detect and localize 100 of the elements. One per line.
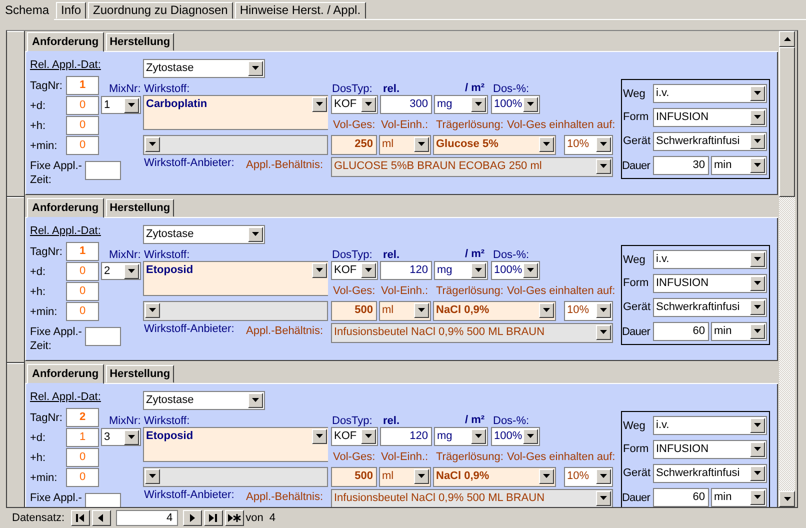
duration-unit-dropdown[interactable]: min <box>711 156 767 175</box>
dropdown-arrow-button[interactable] <box>414 302 429 318</box>
dropdown-arrow-button[interactable] <box>523 262 538 278</box>
volume-tolerance-dropdown[interactable]: 10% <box>564 300 613 321</box>
dropdown-arrow-button[interactable] <box>750 276 765 291</box>
fixed-time-field[interactable] <box>85 492 121 508</box>
scroll-down-button[interactable] <box>779 491 795 508</box>
device-dropdown[interactable]: Schwerkraftinfusi <box>653 132 767 151</box>
dropdown-arrow-button[interactable] <box>596 136 611 152</box>
route-dropdown[interactable]: i.v. <box>653 250 767 269</box>
substance-dropdown[interactable]: Carboplatin <box>143 94 328 130</box>
dropdown-arrow-button[interactable] <box>596 302 611 318</box>
tab[interactable]: Info <box>56 2 86 19</box>
volume-tolerance-dropdown[interactable]: 10% <box>564 466 613 487</box>
duration-unit-dropdown[interactable]: min <box>711 488 767 507</box>
vertical-scrollbar[interactable] <box>779 30 795 508</box>
scrollbar-thumb[interactable] <box>779 46 795 197</box>
last-record-button[interactable] <box>204 510 223 526</box>
next-record-button[interactable] <box>182 510 202 526</box>
dropdown-arrow-button[interactable] <box>312 262 327 278</box>
volume-field[interactable]: 500 <box>331 300 377 321</box>
carrier-solution-dropdown[interactable]: NaCl 0,9% <box>433 466 556 487</box>
dose-unit-dropdown[interactable]: mg <box>434 426 488 446</box>
dropdown-arrow-button[interactable] <box>248 60 263 76</box>
dose-percent-dropdown[interactable]: 100% <box>491 260 540 280</box>
mixnr-dropdown[interactable]: 3 <box>101 428 141 446</box>
carrier-solution-dropdown[interactable]: NaCl 0,9% <box>433 300 556 321</box>
dropdown-arrow-button[interactable] <box>414 136 429 152</box>
dose-type-dropdown[interactable]: KOF <box>331 94 378 114</box>
dropdown-arrow-button[interactable] <box>361 96 376 112</box>
subform-tab[interactable]: Anforderung <box>27 198 104 218</box>
tab[interactable]: Hinweise Herst. / Appl. <box>234 2 366 19</box>
carrier-solution-dropdown[interactable]: Glucose 5% <box>433 134 556 155</box>
duration-field[interactable]: 30 <box>653 156 709 175</box>
fixed-time-field[interactable] <box>85 326 121 346</box>
form-dropdown[interactable]: INFUSION <box>653 108 767 127</box>
volume-unit-dropdown[interactable]: ml <box>379 134 431 155</box>
route-dropdown[interactable]: i.v. <box>653 84 767 103</box>
volume-field[interactable]: 500 <box>331 466 377 487</box>
dropdown-arrow-button[interactable] <box>596 158 611 174</box>
dropdown-arrow-button[interactable] <box>124 264 139 279</box>
previous-record-button[interactable] <box>92 510 111 526</box>
dropdown-arrow-button[interactable] <box>124 98 139 113</box>
dropdown-arrow-button[interactable] <box>523 96 538 112</box>
container-dropdown[interactable]: GLUCOSE 5%B BRAUN ECOBAG 250 ml <box>331 156 613 177</box>
device-dropdown[interactable]: Schwerkraftinfusi <box>653 464 767 483</box>
duration-field[interactable]: 60 <box>653 488 709 507</box>
dropdown-arrow-button[interactable] <box>596 468 611 484</box>
dropdown-arrow-button[interactable] <box>750 490 765 505</box>
dose-percent-dropdown[interactable]: 100% <box>491 94 540 114</box>
dose-field[interactable]: 120 <box>380 426 432 446</box>
dropdown-arrow-button[interactable] <box>414 468 429 484</box>
dose-field[interactable]: 120 <box>380 260 432 280</box>
dropdown-arrow-button[interactable] <box>361 262 376 278</box>
form-dropdown[interactable]: INFUSION <box>653 440 767 459</box>
volume-tolerance-dropdown[interactable]: 10% <box>564 134 613 155</box>
dropdown-arrow-button[interactable] <box>248 226 263 242</box>
dose-type-dropdown[interactable]: KOF <box>331 260 378 280</box>
dropdown-arrow-button[interactable] <box>471 262 486 278</box>
dropdown-arrow-button[interactable] <box>750 466 765 481</box>
dropdown-arrow-button[interactable] <box>750 86 765 101</box>
dropdown-arrow-button[interactable] <box>596 324 611 340</box>
dropdown-arrow-button[interactable] <box>312 96 327 112</box>
dropdown-arrow-button[interactable] <box>145 302 160 318</box>
tab[interactable]: Zuordnung zu Diagnosen <box>88 2 233 19</box>
volume-unit-dropdown[interactable]: ml <box>379 300 431 321</box>
dose-type-dropdown[interactable]: KOF <box>331 426 378 446</box>
dropdown-arrow-button[interactable] <box>750 158 765 173</box>
dropdown-arrow-button[interactable] <box>750 252 765 267</box>
subform-tab[interactable]: Anforderung <box>27 364 104 384</box>
dropdown-arrow-button[interactable] <box>596 490 611 506</box>
dropdown-arrow-button[interactable] <box>523 428 538 444</box>
dropdown-arrow-button[interactable] <box>539 468 554 484</box>
subform-tab[interactable]: Herstellung <box>106 364 174 383</box>
category-dropdown[interactable]: Zytostase <box>143 58 265 78</box>
category-dropdown[interactable]: Zytostase <box>143 390 265 410</box>
dropdown-arrow-button[interactable] <box>750 110 765 125</box>
dropdown-arrow-button[interactable] <box>471 428 486 444</box>
dropdown-arrow-button[interactable] <box>539 136 554 152</box>
dropdown-arrow-button[interactable] <box>471 96 486 112</box>
record-number-field[interactable]: 4 <box>116 510 178 526</box>
dose-unit-dropdown[interactable]: mg <box>434 260 488 280</box>
dropdown-arrow-button[interactable] <box>750 134 765 149</box>
dropdown-arrow-button[interactable] <box>312 428 327 444</box>
dose-unit-dropdown[interactable]: mg <box>434 94 488 114</box>
mixnr-dropdown[interactable]: 2 <box>101 262 141 280</box>
dropdown-arrow-button[interactable] <box>750 418 765 433</box>
subform-tab[interactable]: Anforderung <box>27 32 104 52</box>
dose-field[interactable]: 300 <box>380 94 432 114</box>
dropdown-arrow-button[interactable] <box>124 430 139 445</box>
mixnr-dropdown[interactable]: 1 <box>101 96 141 114</box>
subform-tab[interactable]: Herstellung <box>106 32 174 51</box>
duration-field[interactable]: 60 <box>653 322 709 341</box>
volume-field[interactable]: 250 <box>331 134 377 155</box>
container-dropdown[interactable]: Infusionsbeutel NaCl 0,9% 500 ML BRAUN <box>331 488 613 508</box>
dropdown-arrow-button[interactable] <box>539 302 554 318</box>
dose-percent-dropdown[interactable]: 100% <box>491 426 540 446</box>
dropdown-arrow-button[interactable] <box>750 300 765 315</box>
first-record-button[interactable] <box>70 510 90 526</box>
dropdown-arrow-button[interactable] <box>361 428 376 444</box>
